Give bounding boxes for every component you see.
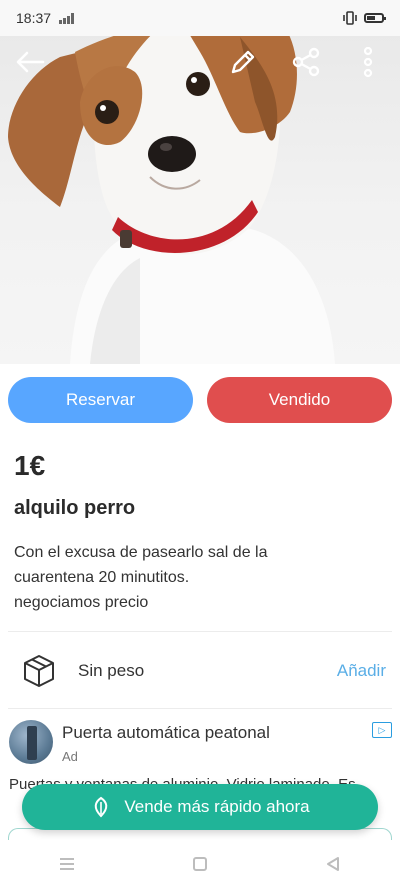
sell-faster-label: Vende más rápido ahora [124,797,310,816]
shipping-row: Sin peso Añadir [14,648,386,694]
ad-label: Ad [62,749,78,764]
action-buttons: Reservar Vendido [8,377,392,423]
status-right [342,11,386,25]
home-square-icon [192,857,207,871]
signal-icon [59,13,75,24]
back-triangle-icon [327,857,340,871]
add-shipping-link[interactable]: Añadir [337,661,386,681]
ad-title[interactable]: Puerta automática peatonal [62,723,270,743]
more-vertical-icon [363,46,373,78]
reserve-button[interactable]: Reservar [8,377,193,423]
ad-avatar [9,720,53,764]
item-price: 1€ [14,450,46,481]
product-image[interactable] [0,32,400,364]
box-icon [24,655,54,687]
vibrate-icon [343,11,357,25]
dog-photo-icon [8,32,335,364]
status-left: 18:37 [16,10,77,26]
battery-icon [364,13,386,23]
item-title: alquilo perro [14,497,136,519]
more-button[interactable] [350,44,386,80]
arrow-left-icon [16,51,45,73]
nav-menu-button[interactable] [47,848,87,880]
nav-back-button[interactable] [313,848,353,880]
share-icon [292,47,320,77]
nav-home-button[interactable] [180,848,220,880]
share-button[interactable] [288,44,324,80]
edit-button[interactable] [225,44,261,80]
system-navigation-bar [0,840,400,888]
sell-faster-button[interactable]: Vende más rápido ahora [22,784,378,830]
sold-button[interactable]: Vendido [207,377,392,423]
menu-icon [59,858,74,870]
divider [8,631,392,632]
shipping-weight-label: Sin peso [78,661,145,680]
back-button[interactable] [12,44,48,80]
leaf-icon [95,796,108,818]
pencil-icon [231,50,255,74]
divider [8,708,392,709]
item-description: Con el excusa de pasearlo sal de la cuar… [14,544,268,611]
status-bar: 18:37 [0,0,400,36]
status-time: 18:37 [16,10,52,26]
ad-choices-icon[interactable]: ▷ [372,722,392,738]
